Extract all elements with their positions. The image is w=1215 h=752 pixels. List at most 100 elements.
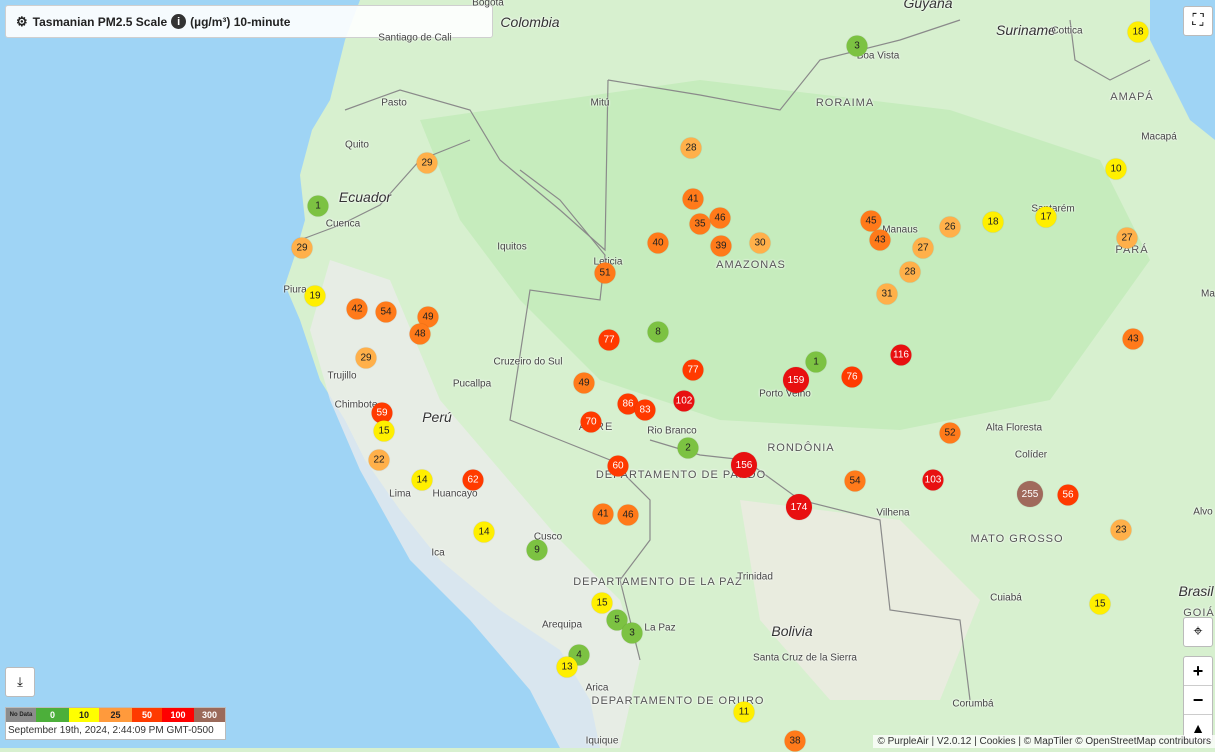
sensor-marker[interactable]: 15 xyxy=(591,592,613,614)
sensor-marker[interactable]: 60 xyxy=(607,455,629,477)
place-label: Cruzeiro do Sul xyxy=(493,356,563,368)
sensor-marker[interactable]: 1 xyxy=(307,195,329,217)
sensor-marker[interactable]: 2 xyxy=(677,437,699,459)
sensor-marker[interactable]: 70 xyxy=(580,411,602,433)
sensor-marker[interactable]: 48 xyxy=(409,323,431,345)
place-label: Ecuador xyxy=(338,189,392,205)
place-label: Cuenca xyxy=(325,218,361,230)
sensor-marker[interactable]: 43 xyxy=(869,229,891,251)
sensor-marker[interactable]: 26 xyxy=(939,216,961,238)
scale-title[interactable]: Tasmanian PM2.5 Scale xyxy=(33,15,168,29)
sensor-marker[interactable]: 103 xyxy=(922,469,944,491)
sensor-marker[interactable]: 49 xyxy=(573,372,595,394)
sensor-marker[interactable]: 17 xyxy=(1035,206,1057,228)
sensor-marker[interactable]: 54 xyxy=(844,470,866,492)
sensor-marker[interactable]: 10 xyxy=(1105,158,1127,180)
sensor-marker[interactable]: 27 xyxy=(1116,227,1138,249)
sensor-marker[interactable]: 42 xyxy=(346,298,368,320)
place-label: Ica xyxy=(431,547,445,559)
legend-swatch: 0 xyxy=(36,708,69,722)
download-button[interactable]: ⤓ xyxy=(5,667,35,697)
legend-swatch: 25 xyxy=(99,708,132,722)
sensor-marker[interactable]: 8 xyxy=(647,321,669,343)
sensor-marker[interactable]: 52 xyxy=(939,422,961,444)
sensor-marker[interactable]: 18 xyxy=(982,211,1004,233)
sensor-marker[interactable]: 9 xyxy=(526,539,548,561)
place-label: Pasto xyxy=(381,97,407,109)
sensor-marker[interactable]: 1 xyxy=(805,351,827,373)
gear-icon[interactable]: ⚙ xyxy=(16,14,28,30)
sensor-marker[interactable]: 11 xyxy=(733,701,755,723)
sensor-marker[interactable]: 255 xyxy=(1017,481,1043,507)
sensor-marker[interactable]: 77 xyxy=(598,329,620,351)
zoom-in-button[interactable]: + xyxy=(1184,657,1212,686)
sensor-marker[interactable]: 45 xyxy=(860,210,882,232)
sensor-marker[interactable]: 3 xyxy=(846,35,868,57)
sensor-marker[interactable]: 43 xyxy=(1122,328,1144,350)
sensor-marker[interactable]: 41 xyxy=(592,503,614,525)
sensor-marker[interactable]: 83 xyxy=(634,399,656,421)
sensor-marker[interactable]: 15 xyxy=(1089,593,1111,615)
place-label: MATO GROSSO xyxy=(970,533,1064,545)
sensor-marker[interactable]: 62 xyxy=(462,469,484,491)
sensor-marker[interactable]: 13 xyxy=(556,656,578,678)
sensor-marker[interactable]: 28 xyxy=(899,261,921,283)
sensor-marker[interactable]: 116 xyxy=(890,344,912,366)
place-label: RORAIMA xyxy=(815,97,875,109)
zoom-control: + − ▲ xyxy=(1183,656,1213,742)
zoom-out-button[interactable]: − xyxy=(1184,686,1212,715)
map-attribution[interactable]: © PurpleAir | V2.0.12 | Cookies | © MapT… xyxy=(873,735,1215,748)
place-label: Lima xyxy=(389,488,411,500)
place-label: AMAZONAS xyxy=(716,259,786,271)
sensor-marker[interactable]: 54 xyxy=(375,301,397,323)
sensor-marker[interactable]: 15 xyxy=(373,420,395,442)
sensor-marker[interactable]: 19 xyxy=(304,285,326,307)
sensor-marker[interactable]: 41 xyxy=(682,188,704,210)
place-label: Pucallpa xyxy=(452,378,492,390)
sensor-marker[interactable]: 23 xyxy=(1110,519,1132,541)
sensor-marker[interactable]: 31 xyxy=(876,283,898,305)
sensor-marker[interactable]: 46 xyxy=(617,504,639,526)
sensor-marker[interactable]: 174 xyxy=(786,494,812,520)
place-label: Bogota xyxy=(472,0,504,9)
sensor-marker[interactable]: 35 xyxy=(689,213,711,235)
map-background[interactable] xyxy=(0,0,1215,748)
place-label: Arica xyxy=(585,682,609,694)
place-label: Brasil xyxy=(1178,583,1214,599)
info-icon[interactable]: i xyxy=(171,14,187,29)
sensor-marker[interactable]: 46 xyxy=(709,207,731,229)
sensor-marker[interactable]: 22 xyxy=(368,449,390,471)
sensor-marker[interactable]: 3 xyxy=(621,622,643,644)
locate-button[interactable]: ⌖ xyxy=(1183,617,1213,647)
place-label: Bolivia xyxy=(771,623,813,639)
sensor-marker[interactable]: 56 xyxy=(1057,484,1079,506)
place-label: Cottica xyxy=(1051,25,1083,37)
place-label: Arequipa xyxy=(541,619,583,631)
sensor-marker[interactable]: 38 xyxy=(784,730,806,752)
place-label: Colíder xyxy=(1014,449,1048,461)
sensor-marker[interactable]: 40 xyxy=(647,232,669,254)
sensor-marker[interactable]: 159 xyxy=(783,367,809,393)
place-label: Iquique xyxy=(585,735,619,747)
sensor-marker[interactable]: 102 xyxy=(673,390,695,412)
place-label: Rio Branco xyxy=(647,425,697,437)
sensor-marker[interactable]: 14 xyxy=(411,469,433,491)
sensor-marker[interactable]: 39 xyxy=(710,235,732,257)
sensor-marker[interactable]: 29 xyxy=(416,152,438,174)
sensor-marker[interactable]: 29 xyxy=(355,347,377,369)
sensor-marker[interactable]: 51 xyxy=(594,262,616,284)
sensor-marker[interactable]: 27 xyxy=(912,237,934,259)
sensor-marker[interactable]: 156 xyxy=(731,452,757,478)
sensor-marker[interactable]: 28 xyxy=(680,137,702,159)
sensor-marker[interactable]: 29 xyxy=(291,237,313,259)
sensor-marker[interactable]: 76 xyxy=(841,366,863,388)
sensor-marker[interactable]: 18 xyxy=(1127,21,1149,43)
place-label: Mitú xyxy=(590,97,610,109)
fullscreen-icon: ⛶ xyxy=(1192,12,1204,29)
fullscreen-button[interactable]: ⛶ xyxy=(1183,6,1213,36)
legend-color-scale: No Data 0 10 25 50 100 300 xyxy=(6,708,225,722)
sensor-marker[interactable]: 77 xyxy=(682,359,704,381)
sensor-marker[interactable]: 14 xyxy=(473,521,495,543)
sensor-marker[interactable]: 30 xyxy=(749,232,771,254)
place-label: DEPARTAMENTO DE LA PAZ xyxy=(573,576,743,588)
